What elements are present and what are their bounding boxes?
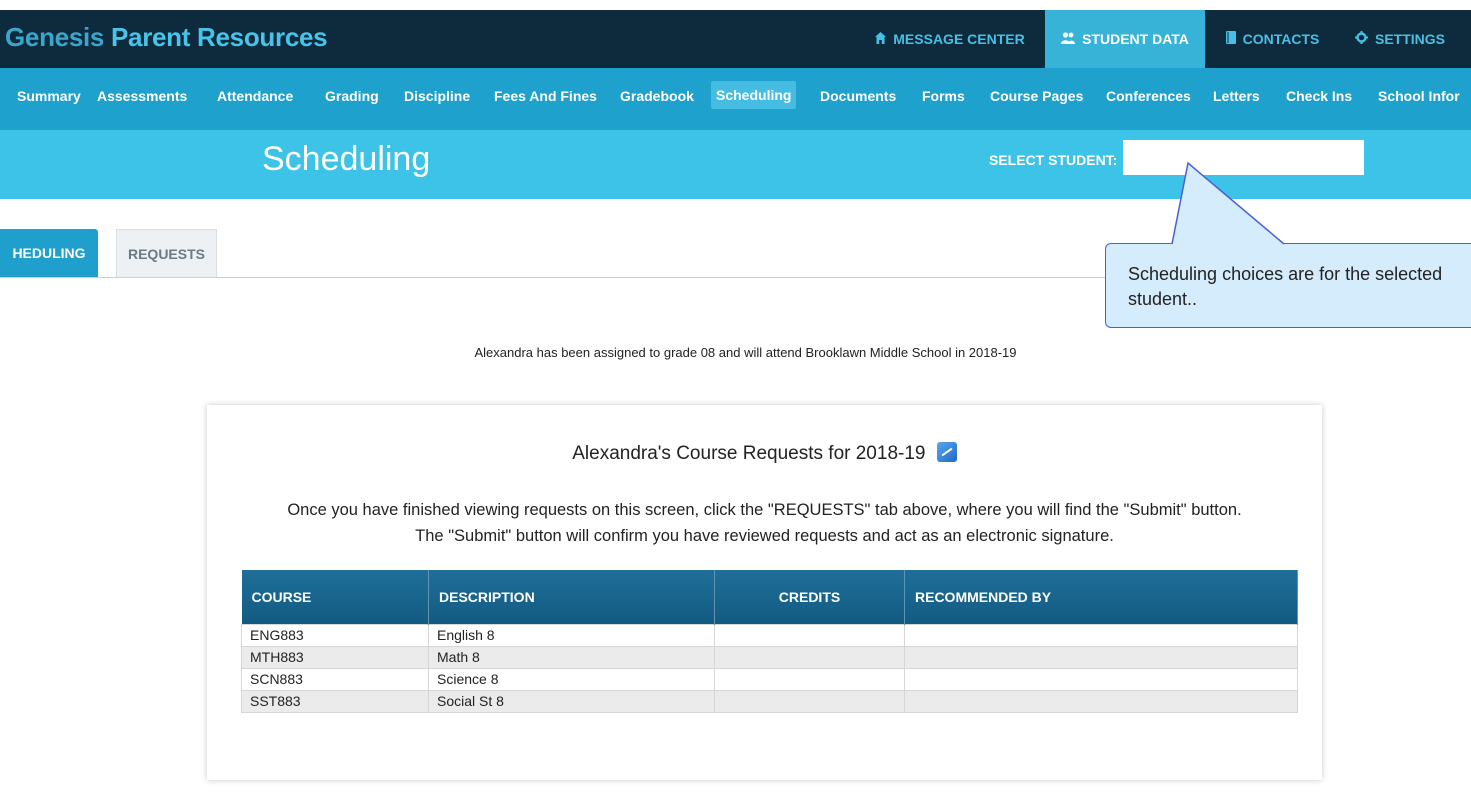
cell-course: SCN883: [241, 667, 429, 691]
nav-message-center[interactable]: MESSAGE CENTER: [865, 10, 1035, 68]
callout-pointer: [1171, 161, 1285, 245]
subnav-grading[interactable]: Grading: [325, 88, 379, 104]
subnav-gradebook[interactable]: Gradebook: [620, 88, 694, 104]
pdf-icon[interactable]: [936, 442, 957, 462]
nav-label: SETTINGS: [1374, 31, 1445, 47]
cell-recommended-by: [904, 667, 1298, 691]
instruction-line: The "Submit" button will confirm you hav…: [415, 527, 1114, 545]
nav-label: STUDENT DATA: [1082, 31, 1189, 47]
tab-scheduling[interactable]: HEDULING: [0, 229, 98, 277]
subnav-letters[interactable]: Letters: [1213, 88, 1260, 104]
cell-credits: [714, 623, 905, 647]
page-title: Scheduling: [262, 140, 431, 178]
subnav-forms[interactable]: Forms: [922, 88, 965, 104]
column-header-credits: CREDITS: [714, 570, 905, 624]
tab-label: REQUESTS: [127, 245, 205, 262]
subnav-discipline[interactable]: Discipline: [404, 88, 470, 104]
gear-icon: [1354, 31, 1368, 47]
select-student-label: SELECT STUDENT:: [989, 152, 1118, 168]
nav-contacts[interactable]: CONTACTS: [1210, 10, 1335, 68]
table-row: MTH883 Math 8: [241, 645, 1298, 669]
cell-credits: [714, 645, 905, 669]
course-requests-table: COURSE DESCRIPTION CREDITS RECOMMENDED B…: [241, 570, 1298, 713]
subnav-course-pages[interactable]: Course Pages: [990, 88, 1083, 104]
users-icon: [1061, 31, 1076, 47]
cell-recommended-by: [904, 623, 1298, 647]
table-header-row: COURSE DESCRIPTION CREDITS RECOMMENDED B…: [241, 570, 1298, 624]
cell-recommended-by: [904, 689, 1298, 713]
table-row: SCN883 Science 8: [241, 667, 1298, 691]
instruction-line: Once you have finished viewing requests …: [287, 501, 1242, 519]
card-title-row: Alexandra's Course Requests for 2018-19: [207, 442, 1322, 465]
instructions: Once you have finished viewing requests …: [207, 497, 1322, 549]
cell-description: Social St 8: [428, 689, 715, 713]
column-header-course: COURSE: [241, 570, 429, 624]
tab-label: HEDULING: [12, 245, 86, 261]
nav-label: MESSAGE CENTER: [893, 31, 1025, 47]
table-row: ENG883 English 8: [241, 623, 1298, 647]
subnav-assessments[interactable]: Assessments: [97, 88, 187, 104]
course-requests-card: Alexandra's Course Requests for 2018-19 …: [207, 405, 1322, 780]
brand-subtitle: Parent Resources: [104, 22, 328, 52]
subnav-fees-and-fines[interactable]: Fees And Fines: [494, 88, 597, 104]
subnav-school-info[interactable]: School Infor: [1378, 88, 1460, 104]
column-header-recommended-by: RECOMMENDED BY: [904, 570, 1298, 624]
subnav-scheduling[interactable]: Scheduling: [711, 81, 797, 109]
nav-student-data[interactable]: STUDENT DATA: [1045, 10, 1205, 68]
brand-name: Genesis: [5, 22, 105, 52]
secondary-nav: Summary Assessments Attendance Grading D…: [0, 68, 1471, 130]
app-brand: Genesis Parent Resources: [5, 22, 328, 53]
tab-requests[interactable]: REQUESTS: [116, 229, 217, 277]
subnav-summary[interactable]: Summary: [17, 88, 81, 104]
subnav-attendance[interactable]: Attendance: [217, 88, 293, 104]
nav-label: CONTACTS: [1242, 31, 1320, 47]
cell-course: MTH883: [241, 645, 429, 669]
callout-text: Scheduling choices are for the selected …: [1128, 264, 1443, 309]
cell-recommended-by: [904, 645, 1298, 669]
book-icon: [1225, 31, 1236, 47]
home-icon: [875, 31, 887, 47]
column-header-description: DESCRIPTION: [428, 570, 715, 624]
cell-course: ENG883: [241, 623, 429, 647]
subnav-check-ins[interactable]: Check Ins: [1286, 88, 1352, 104]
card-title: Alexandra's Course Requests for 2018-19: [572, 443, 926, 464]
top-bar: Genesis Parent Resources MESSAGE CENTER …: [0, 10, 1471, 68]
subnav-conferences[interactable]: Conferences: [1106, 88, 1191, 104]
assignment-info: Alexandra has been assigned to grade 08 …: [474, 345, 1017, 360]
cell-description: Science 8: [428, 667, 715, 691]
cell-description: Math 8: [428, 645, 715, 669]
cell-credits: [714, 667, 905, 691]
subnav-documents[interactable]: Documents: [820, 88, 896, 104]
cell-course: SST883: [241, 689, 429, 713]
table-row: SST883 Social St 8: [241, 689, 1298, 713]
cell-description: English 8: [428, 623, 715, 647]
cell-credits: [714, 689, 905, 713]
nav-settings[interactable]: SETTINGS: [1340, 10, 1460, 68]
